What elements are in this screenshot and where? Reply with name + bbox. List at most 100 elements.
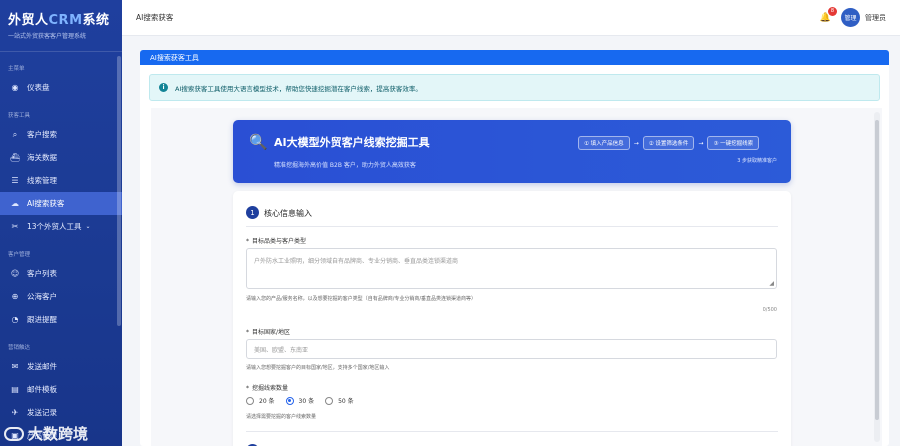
send-record-icon: ✈	[11, 408, 19, 417]
country-placeholder: 美国、欧盟、东南亚	[254, 346, 309, 354]
sidebar-item-label: 线索管理	[27, 176, 57, 185]
watermark-text: 大数跨境	[28, 425, 89, 443]
sidebar-item[interactable]: ✉ 发送邮件	[0, 355, 122, 378]
sidebar-nav: 主菜单 ◉ 仪表盘获客工具 ⌕ 客户搜索 ⛴ 海关数据 ☰ 线索管理 ☁ AI搜索获客 ✂ 13个外贸人…	[0, 64, 122, 446]
hero-title: AI大模型外贸客户线索挖掘工具	[274, 136, 430, 149]
category-help: 请输入您的产品/服务名称，以及想要挖掘的客户类型（自有品牌商/专业分销商/垂直品…	[246, 296, 477, 302]
divider	[246, 226, 778, 227]
sidebar-item[interactable]: ⌕ 客户搜索	[0, 123, 122, 146]
section-title: 核心信息输入	[264, 209, 312, 218]
notification-badge: 8	[828, 6, 837, 16]
sidebar-item-label: 13个外贸人工具	[27, 222, 82, 231]
clock-icon: ◔	[11, 315, 19, 324]
mail-icon: ✉	[11, 362, 19, 371]
radio-circle[interactable]	[246, 396, 254, 405]
user-name[interactable]: 管理员	[865, 13, 886, 23]
list-icon: ☰	[11, 176, 19, 185]
page-title: AI搜索获客	[136, 13, 174, 22]
sidebar-item[interactable]: ✂ 13个外贸人工具 ⌄	[0, 215, 122, 238]
radio-30[interactable]: 30 条	[285, 396, 315, 405]
divider	[246, 431, 778, 432]
radio-50[interactable]: 50 条	[325, 396, 354, 405]
resize-grip-icon[interactable]: ◢	[769, 280, 774, 287]
sidebar-item-label: 邮件模板	[27, 385, 57, 394]
info-alert: i AI搜索获客工具使用大语言模型技术，帮助您快速挖掘潜在客户线索，提高获客效率…	[149, 74, 880, 101]
field-label-quantity: * 挖掘线索数量	[246, 385, 289, 392]
sidebar-item[interactable]: ◉ 仪表盘	[0, 76, 122, 99]
sidebar-section-label: 获客工具	[8, 113, 31, 119]
sidebar-item-label: 客户搜索	[27, 130, 57, 139]
brand-title-suffix: 系统	[82, 13, 110, 28]
sidebar-item[interactable]: ☺ 客户列表	[0, 262, 122, 285]
notification-button[interactable]: 🔔 8	[820, 6, 837, 23]
radio-circle[interactable]	[325, 396, 334, 405]
brand-title: 外贸人CRM系统	[8, 9, 114, 28]
sidebar-item-label: 海关数据	[27, 153, 57, 162]
radio-20-label: 20 条	[259, 398, 275, 405]
radio-50-label: 50 条	[338, 398, 354, 405]
char-counter: 0/500	[762, 307, 777, 313]
dashboard-icon: ◉	[11, 83, 19, 92]
step-1: ① 填入产品信息	[578, 136, 630, 150]
brand: 外贸人CRM系统 一站式外贸获客客户管理系统	[0, 0, 122, 52]
step-3: ③ 一键挖掘线索	[707, 136, 760, 150]
sidebar-item[interactable]: ⛴ 海关数据	[0, 146, 122, 169]
sidebar-section-label: 主菜单	[8, 66, 25, 72]
tools-icon: ✂	[11, 222, 19, 231]
sidebar-item[interactable]: ⊕ 公海客户	[0, 285, 122, 308]
core-input-card: 1 核心信息输入 * 目标品类与客户类型 户外防水工业照明，细分领域自有品牌商、专…	[233, 191, 791, 446]
hero-steps: ① 填入产品信息 → ② 设置筛选条件 → ③ 一键挖掘线索	[578, 136, 760, 150]
topbar-right: 🔔 8 管理 管理员	[820, 6, 886, 27]
category-textarea[interactable]: 户外防水工业照明，细分领域自有品牌商、专业分销商、垂直品类连锁渠道商 ◢	[246, 248, 777, 289]
quantity-radio-group: 20 条 30 条 50 条	[246, 396, 365, 405]
sidebar-item[interactable]: ✈ 发送记录	[0, 401, 122, 424]
alert-text: AI搜索获客工具使用大语言模型技术，帮助您快速挖掘潜在客户线索，提高获客效率。	[175, 84, 422, 93]
sidebar-item[interactable]: ☰ 线索管理	[0, 169, 122, 192]
template-icon: ▤	[11, 385, 19, 394]
field-label-quantity-text: 挖掘线索数量	[252, 385, 289, 392]
sidebar-item[interactable]: ▤ 邮件模板	[0, 378, 122, 401]
topbar: AI搜索获客 🔔 8 管理 管理员	[122, 0, 900, 36]
brand-subtitle: 一站式外贸获客客户管理系统	[8, 33, 87, 40]
sidebar-section-label: 营销触达	[8, 345, 31, 351]
content-scrollbar[interactable]	[874, 112, 880, 442]
brand-title-prefix: 外贸人	[8, 13, 49, 28]
sidebar-scrollbar[interactable]	[117, 56, 121, 326]
sidebar-item-label: AI搜索获客	[27, 199, 65, 208]
panel-header: AI搜索获客工具	[140, 50, 889, 65]
radio-circle-selected[interactable]	[285, 396, 294, 405]
arrow-right-icon: →	[698, 139, 704, 147]
avatar[interactable]: 管理	[841, 8, 860, 27]
info-icon: i	[159, 83, 168, 92]
tool-content: 🔍 AI大模型外贸客户线索挖掘工具 精准挖掘海外高价值 B2B 客户，助力外贸人…	[151, 108, 882, 446]
field-label-category: * 目标品类与客户类型	[246, 238, 307, 245]
search-icon: ⌕	[12, 129, 18, 139]
watermark: 大数跨境	[4, 423, 88, 444]
country-help: 请输入您想要挖掘客户的目标国家/地区，支持多个国家/地区输入	[246, 365, 390, 371]
brand-title-accent: CRM	[48, 13, 83, 28]
hero-banner: 🔍 AI大模型外贸客户线索挖掘工具 精准挖掘海外高价值 B2B 客户，助力外贸人…	[233, 120, 791, 183]
quantity-help: 请选择需要挖掘的客户线索数量	[246, 414, 317, 420]
ship-icon: ⛴	[9, 153, 21, 162]
magnifier-icon: 🔍	[249, 133, 268, 151]
field-label-country-text: 目标国家/地区	[252, 329, 291, 336]
users-icon: ☺	[10, 269, 20, 278]
field-label-country: * 目标国家/地区	[246, 329, 291, 336]
category-placeholder: 户外防水工业照明，细分领域自有品牌商、专业分销商、垂直品类连锁渠道商	[254, 258, 459, 265]
sidebar-item-label: 发送记录	[27, 408, 57, 417]
hero-subtitle: 精准挖掘海外高价值 B2B 客户，助力外贸人高效获客	[274, 162, 416, 169]
chevron-down-icon: ⌄	[85, 223, 91, 230]
scrollbar-thumb[interactable]	[875, 120, 879, 420]
sidebar-section-label: 客户管理	[8, 252, 31, 258]
radio-30-label: 30 条	[298, 398, 315, 405]
sidebar-item[interactable]: ◔ 跟进提醒	[0, 308, 122, 331]
hero-hint: 3 步获取精准客户	[737, 158, 777, 164]
section-number-badge: 1	[246, 206, 259, 219]
sidebar-item[interactable]: ☁ AI搜索获客	[0, 192, 122, 215]
sidebar-item-label: 公海客户	[27, 292, 57, 301]
watermark-logo-icon	[4, 426, 24, 441]
sidebar-item-label: 客户列表	[27, 269, 57, 278]
country-input[interactable]: 美国、欧盟、东南亚	[246, 339, 777, 359]
radio-20[interactable]: 20 条	[246, 396, 275, 405]
arrow-right-icon: →	[633, 139, 639, 147]
